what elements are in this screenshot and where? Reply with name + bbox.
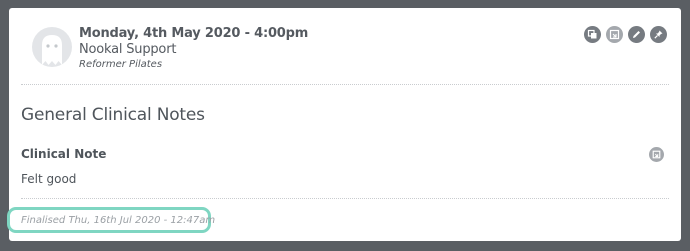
copy-icon bbox=[587, 29, 597, 39]
field-label: Clinical Note bbox=[21, 147, 107, 161]
field-value: Felt good bbox=[21, 172, 77, 186]
print-icon bbox=[652, 150, 661, 159]
pin-icon bbox=[654, 30, 663, 39]
section-title: General Clinical Notes bbox=[21, 105, 205, 125]
note-actions bbox=[584, 26, 667, 43]
edit-icon bbox=[633, 31, 640, 38]
appointment-header: Monday, 4th May 2020 - 4:00pm Nookal Sup… bbox=[21, 8, 669, 85]
print-button[interactable] bbox=[606, 26, 623, 43]
finalised-timestamp: Finalised Thu, 16th Jul 2020 - 12:47am bbox=[21, 215, 216, 226]
divider bbox=[21, 198, 669, 199]
pin-button[interactable] bbox=[650, 26, 667, 43]
copy-button[interactable] bbox=[584, 26, 601, 43]
appointment-date-time: Monday, 4th May 2020 - 4:00pm bbox=[79, 26, 309, 41]
ghost-avatar-icon bbox=[42, 35, 62, 65]
avatar bbox=[32, 27, 72, 67]
edit-button[interactable] bbox=[628, 26, 645, 43]
clinical-note-card: Monday, 4th May 2020 - 4:00pm Nookal Sup… bbox=[7, 8, 681, 241]
print-icon bbox=[609, 29, 620, 40]
practitioner-name: Nookal Support bbox=[79, 42, 177, 57]
appointment-type: Reformer Pilates bbox=[79, 59, 163, 70]
field-print-button[interactable] bbox=[649, 147, 664, 162]
